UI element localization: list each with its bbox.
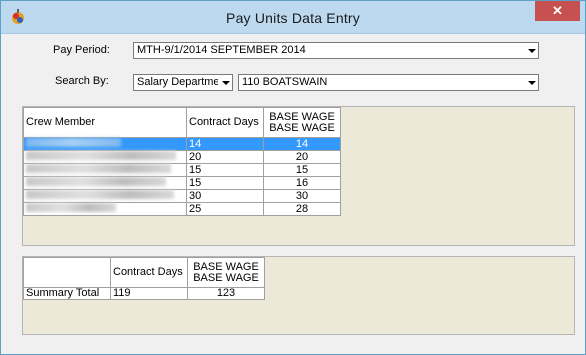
contract-days-cell[interactable]: 20: [186, 150, 264, 164]
base-wage-header[interactable]: BASE WAGE BASE WAGE: [263, 107, 341, 138]
base-wage-header-line-1: BASE WAGE: [269, 110, 335, 123]
table-row[interactable]: 30 30: [23, 189, 341, 203]
contract-days-cell[interactable]: 14: [186, 137, 264, 151]
summary-base-wage-header-line-2: BASE WAGE: [193, 271, 259, 284]
base-wage-cell[interactable]: 28: [263, 202, 341, 216]
base-wage-cell[interactable]: 16: [263, 176, 341, 190]
table-row[interactable]: 20 20: [23, 150, 341, 164]
search-by-label: Search By:: [55, 75, 109, 87]
crew-member-cell[interactable]: [23, 189, 187, 203]
contract-days-cell[interactable]: 15: [186, 176, 264, 190]
base-wage-cell[interactable]: 14: [263, 137, 341, 151]
base-wage-header-line-2: BASE WAGE: [269, 121, 335, 134]
summary-row[interactable]: Summary Total 119 123: [23, 287, 265, 300]
summary-contract-days-cell[interactable]: 119: [110, 287, 188, 300]
table-row[interactable]: 14 14: [23, 137, 341, 151]
crew-table-header: Crew Member Contract Days BASE WAGE BASE…: [23, 107, 341, 138]
chevron-down-icon: [524, 75, 538, 90]
contract-days-cell[interactable]: 30: [186, 189, 264, 203]
summary-table: Contract Days BASE WAGE BASE WAGE Summar…: [23, 257, 265, 300]
summary-corner-header: [23, 257, 111, 288]
contract-days-cell[interactable]: 25: [186, 202, 264, 216]
form-client-area: Pay Period: MTH-9/1/2014 SEPTEMBER 2014 …: [8, 34, 578, 347]
redacted-name: [26, 203, 116, 212]
chevron-down-icon: [524, 43, 538, 58]
summary-base-wage-header-line-1: BASE WAGE: [193, 260, 259, 273]
summary-grid-panel: Contract Days BASE WAGE BASE WAGE Summar…: [22, 256, 575, 335]
table-row[interactable]: 15 16: [23, 176, 341, 190]
crew-member-cell[interactable]: [23, 176, 187, 190]
summary-contract-days-header[interactable]: Contract Days: [110, 257, 188, 288]
search-by-dropdown[interactable]: Salary Department: [133, 74, 233, 91]
summary-base-wage-cell[interactable]: 123: [187, 287, 265, 300]
base-wage-cell[interactable]: 30: [263, 189, 341, 203]
pay-period-label: Pay Period:: [53, 44, 110, 56]
crew-member-header[interactable]: Crew Member: [23, 107, 187, 138]
close-button[interactable]: ✕: [535, 1, 580, 21]
base-wage-cell[interactable]: 20: [263, 150, 341, 164]
summary-total-label: Summary Total: [23, 287, 111, 300]
summary-base-wage-header[interactable]: BASE WAGE BASE WAGE: [187, 257, 265, 288]
department-value: 110 BOATSWAIN: [242, 76, 328, 88]
contract-days-header[interactable]: Contract Days: [186, 107, 264, 138]
pay-units-window: Pay Units Data Entry ✕ Pay Period: MTH-9…: [0, 0, 586, 355]
department-dropdown[interactable]: 110 BOATSWAIN: [238, 74, 539, 91]
pay-period-value: MTH-9/1/2014 SEPTEMBER 2014: [137, 44, 306, 56]
table-row[interactable]: 25 28: [23, 202, 341, 216]
contract-days-cell[interactable]: 15: [186, 163, 264, 177]
redacted-name: [26, 138, 121, 147]
chevron-down-icon: [218, 75, 232, 90]
crew-table: Crew Member Contract Days BASE WAGE BASE…: [23, 107, 341, 216]
close-icon: ✕: [552, 3, 563, 18]
title-bar[interactable]: Pay Units Data Entry ✕: [1, 1, 585, 34]
window-title: Pay Units Data Entry: [226, 10, 360, 26]
redacted-name: [26, 190, 174, 199]
redacted-name: [26, 164, 171, 173]
base-wage-cell[interactable]: 15: [263, 163, 341, 177]
redacted-name: [26, 177, 166, 186]
crew-member-cell[interactable]: [23, 202, 187, 216]
pay-period-dropdown[interactable]: MTH-9/1/2014 SEPTEMBER 2014: [133, 42, 539, 59]
summary-table-header: Contract Days BASE WAGE BASE WAGE: [23, 257, 265, 288]
crew-member-cell[interactable]: [23, 137, 187, 151]
redacted-name: [26, 151, 176, 160]
crew-grid-panel: Crew Member Contract Days BASE WAGE BASE…: [22, 106, 575, 246]
search-by-value: Salary Department: [137, 76, 229, 88]
crew-member-cell[interactable]: [23, 163, 187, 177]
crew-member-cell[interactable]: [23, 150, 187, 164]
table-row[interactable]: 15 15: [23, 163, 341, 177]
